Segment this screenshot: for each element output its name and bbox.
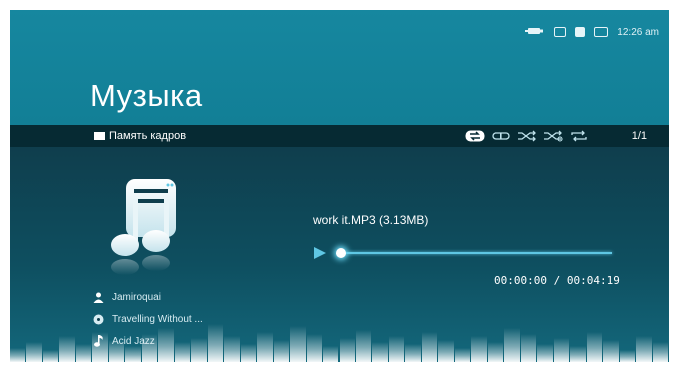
file-name: work it.MP3 (3.13MB): [313, 213, 429, 227]
spectrum-bar: [355, 330, 372, 362]
spectrum-bar: [306, 334, 323, 362]
spectrum-bar: [372, 342, 388, 362]
battery-icon: [594, 27, 609, 37]
progress-knob[interactable]: [336, 248, 346, 258]
spectrum-bar: [619, 350, 636, 362]
spectrum-bar: [454, 348, 471, 362]
spectrum-bar: [339, 338, 355, 362]
spectrum-bar: [207, 324, 224, 362]
spectrum-bar: [520, 334, 537, 362]
source-indicator[interactable]: Память кадров: [94, 125, 186, 147]
spectrum-bar: [570, 346, 586, 362]
artist-row: Jamiroquai: [92, 286, 203, 308]
music-note-icon: [98, 175, 190, 275]
sd-card-icon: [575, 27, 586, 37]
play-icon[interactable]: [313, 246, 327, 260]
spectrum-bar: [636, 336, 652, 362]
source-label: Память кадров: [109, 130, 187, 142]
spectrum-bar: [603, 340, 619, 362]
toolbar: Память кадров 1/1: [10, 125, 669, 147]
spectrum-reflection: [10, 320, 669, 362]
person-icon: [92, 291, 104, 303]
playback-mode-group: [465, 125, 589, 147]
spectrum-bar: [553, 338, 570, 362]
memory-icon: [94, 132, 105, 140]
card-icon: [554, 27, 567, 37]
spectrum-bar: [487, 342, 504, 362]
spectrum-bar: [174, 342, 191, 362]
now-playing-panel: Jamiroquai Travelling Without ... Acid J…: [10, 147, 669, 362]
artist-label: Jamiroquai: [112, 291, 161, 303]
spectrum-bar: [405, 344, 421, 362]
spectrum-bar: [92, 332, 108, 362]
spectrum-bar: [59, 336, 75, 362]
spectrum-bar: [586, 332, 603, 362]
spectrum-bar: [438, 340, 454, 362]
playback-time: 00:00:00 / 00:04:19: [494, 274, 620, 287]
shuffle-repeat-icon[interactable]: [543, 129, 563, 143]
page-title: Музыка: [90, 78, 203, 113]
spectrum-bar: [504, 328, 520, 362]
spectrum-bar: [421, 332, 438, 362]
spectrum-bar: [290, 326, 306, 362]
clock: 12:26 am: [617, 26, 659, 38]
progress-bar[interactable]: [340, 252, 612, 254]
spectrum-bar: [26, 342, 42, 362]
spectrum-bar: [257, 332, 273, 362]
repeat-one-icon[interactable]: [491, 129, 511, 143]
repeat-all-icon[interactable]: [465, 129, 485, 143]
spectrum-bar: [10, 348, 26, 362]
spectrum-bar: [42, 350, 59, 362]
spectrum-bar: [388, 336, 405, 362]
repeat-icon[interactable]: [569, 129, 589, 143]
music-player-screen: 12:26 am Музыка Память кадров 1/1 Jamiro…: [10, 10, 669, 362]
spectrum-bar: [323, 346, 339, 362]
track-counter: 1/1: [631, 130, 647, 142]
spectrum-bar: [471, 336, 487, 362]
spectrum-bar: [158, 328, 174, 362]
spectrum-bar: [125, 346, 141, 362]
spectrum-bar: [141, 334, 158, 362]
spectrum-bar: [191, 338, 207, 362]
usb-icon: [525, 26, 545, 39]
spectrum-bar: [240, 344, 257, 362]
spectrum-bar: [273, 340, 290, 362]
shuffle-icon[interactable]: [517, 129, 537, 143]
spectrum-bar: [108, 340, 125, 362]
spectrum-bar: [75, 344, 92, 362]
spectrum-bar: [537, 344, 553, 362]
status-bar: 12:26 am: [525, 24, 659, 40]
title-bar: 12:26 am Музыка: [10, 10, 669, 125]
spectrum-bar: [652, 342, 668, 362]
spectrum-bar: [224, 336, 240, 362]
